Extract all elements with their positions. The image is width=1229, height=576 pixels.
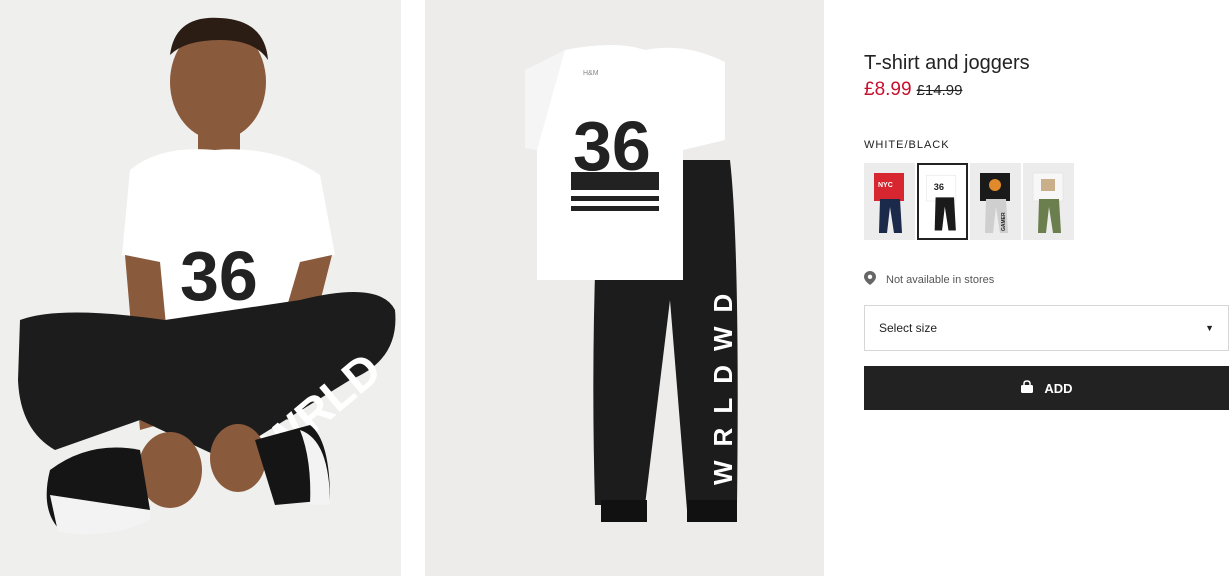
swatch-print-36: 36 [934, 182, 944, 192]
availability-text: Not available in stores [886, 273, 995, 286]
add-to-bag-button[interactable]: ADD [864, 366, 1229, 410]
swatch-print-nyc: NYC [878, 182, 893, 189]
sale-price: £8.99 [864, 79, 912, 100]
chevron-down-icon: ▼ [1205, 323, 1214, 333]
size-select[interactable]: Select size ▼ [864, 305, 1229, 351]
model-print-number: 36 [180, 237, 258, 315]
product-photo-model[interactable]: 36 WRLD [0, 0, 401, 576]
size-select-label: Select size [879, 321, 938, 335]
shopping-bag-icon [1020, 379, 1034, 397]
swatch-red-navy[interactable]: NYC [864, 163, 915, 240]
swatch-white-khaki[interactable] [1023, 163, 1074, 240]
flatlay-illustration: WRLDWD H&M 36 [425, 0, 824, 576]
shirt-brand-label: H&M [583, 70, 599, 77]
product-photo-flatlay[interactable]: WRLDWD H&M 36 [425, 0, 824, 576]
model-illustration: 36 WRLD [0, 0, 401, 576]
joggers-print: WRLDWD [708, 280, 738, 485]
swatch-print-gamer: GAMER [1001, 212, 1007, 231]
selected-color-name: WHITE/BLACK [864, 139, 950, 151]
product-title: T-shirt and joggers [864, 52, 1030, 74]
price-row: £8.99 £14.99 [864, 79, 962, 101]
swatch-white-black[interactable]: 36 [917, 163, 968, 240]
add-button-label: ADD [1044, 380, 1073, 396]
color-swatches: NYC 36 GAMER [864, 163, 1074, 240]
original-price: £14.99 [916, 82, 963, 99]
availability-info: Not available in stores [864, 271, 994, 288]
swatch-black-grey[interactable]: GAMER [970, 163, 1021, 240]
location-pin-icon [864, 271, 876, 288]
